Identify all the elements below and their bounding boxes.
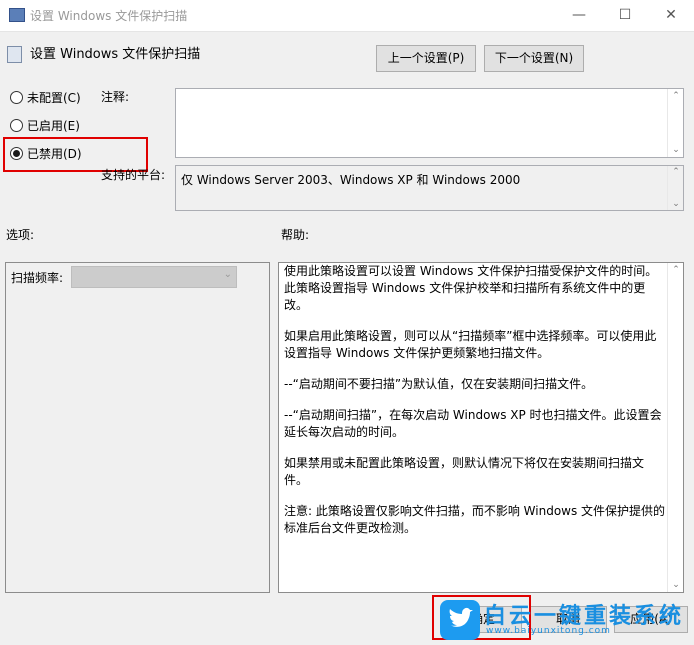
supported-scrollbar[interactable]: ⌃ ⌄ (667, 166, 683, 210)
minimize-button[interactable]: — (556, 0, 602, 31)
help-paragraph: 如果禁用或未配置此策略设置，则默认情况下将仅在安装期间扫描文件。 (284, 456, 645, 487)
help-scrollbar[interactable]: ⌃ ⌄ (667, 263, 683, 592)
comment-textarea[interactable]: ⌃ ⌄ (175, 88, 684, 158)
comment-label: 注释: (101, 90, 130, 104)
maximize-button[interactable]: ☐ (602, 0, 648, 31)
watermark: 白云一键重装系统 www.baiyunxitong.com (440, 600, 690, 642)
help-text: 使用此策略设置可以设置 Windows 文件保护扫描受保护文件的时间。此策略设置… (284, 263, 666, 551)
next-setting-button[interactable]: 下一个设置(N) (484, 45, 584, 72)
twitter-bird-icon (440, 600, 480, 640)
help-paragraph: 注意: 此策略设置仅影响文件扫描，而不影响 Windows 文件保护提供的标准后… (284, 504, 666, 535)
options-label: 选项: (6, 228, 35, 242)
radio-indicator (10, 119, 23, 132)
radio-not-configured[interactable]: 未配置(C) (10, 88, 81, 108)
radio-enabled[interactable]: 已启用(E) (10, 116, 80, 136)
title-bar: 设置 Windows 文件保护扫描 — ☐ ✕ (0, 0, 694, 32)
watermark-url: www.baiyunxitong.com (486, 626, 611, 636)
radio-label: 已启用(E) (27, 119, 80, 133)
comment-scrollbar[interactable]: ⌃ ⌄ (667, 89, 683, 157)
help-paragraph: 如果启用此策略设置，则可以从“扫描频率”框中选择频率。可以使用此设置指导 Win… (284, 329, 657, 360)
help-panel: 使用此策略设置可以设置 Windows 文件保护扫描受保护文件的时间。此策略设置… (278, 262, 684, 593)
scroll-down-icon[interactable]: ⌄ (668, 199, 684, 209)
scroll-up-icon[interactable]: ⌃ (668, 265, 684, 275)
app-icon (9, 8, 25, 22)
radio-label: 未配置(C) (27, 91, 81, 105)
help-label: 帮助: (281, 228, 310, 242)
options-panel: 扫描频率: ⌄ (5, 262, 270, 593)
window-title: 设置 Windows 文件保护扫描 (30, 9, 188, 23)
close-button[interactable]: ✕ (648, 0, 694, 31)
radio-indicator (10, 91, 23, 104)
scan-frequency-label: 扫描频率: (11, 271, 64, 285)
help-paragraph: --“启动期间不要扫描”为默认值，仅在安装期间扫描文件。 (284, 377, 594, 391)
policy-name: 设置 Windows 文件保护扫描 (30, 47, 201, 62)
help-paragraph: 使用此策略设置可以设置 Windows 文件保护扫描受保护文件的时间。此策略设置… (284, 264, 658, 312)
scroll-up-icon[interactable]: ⌃ (668, 167, 684, 177)
scroll-down-icon[interactable]: ⌄ (668, 580, 684, 590)
help-paragraph: --“启动期间扫描”，在每次启动 Windows XP 时也扫描文件。此设置会延… (284, 408, 662, 439)
prev-setting-button[interactable]: 上一个设置(P) (376, 45, 476, 72)
scroll-down-icon[interactable]: ⌄ (668, 145, 684, 155)
chevron-down-icon: ⌄ (223, 269, 232, 280)
supported-text: 仅 Windows Server 2003、Windows XP 和 Windo… (181, 173, 521, 187)
supported-label: 支持的平台: (101, 168, 166, 182)
policy-icon (7, 46, 22, 63)
scan-frequency-select[interactable]: ⌄ (71, 266, 237, 288)
supported-field: 仅 Windows Server 2003、Windows XP 和 Windo… (175, 165, 684, 211)
scroll-up-icon[interactable]: ⌃ (668, 91, 684, 101)
